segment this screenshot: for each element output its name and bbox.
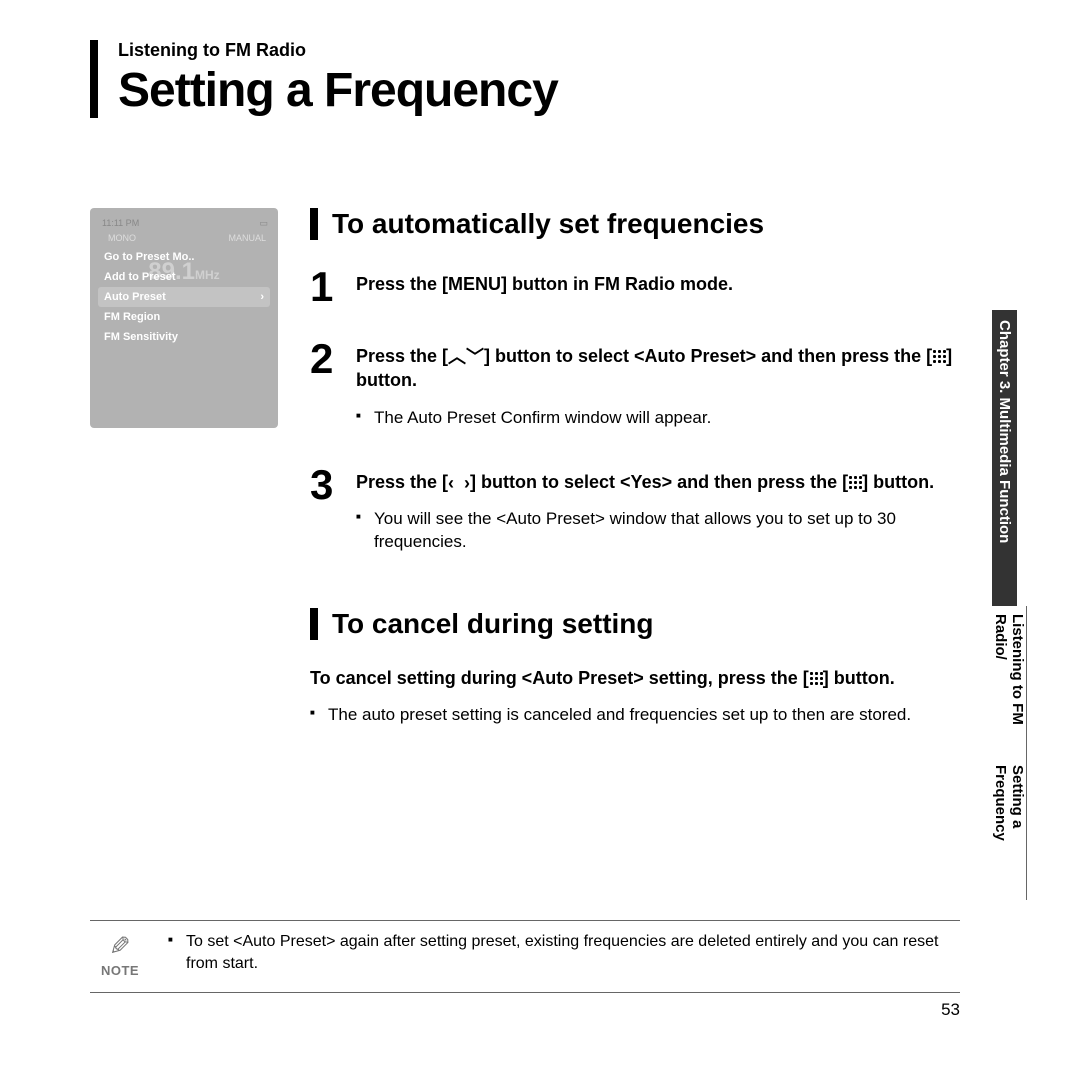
menu-item-preset-mode: Go to Preset Mo.. — [98, 247, 270, 267]
section-heading-cancel: To cancel during setting — [310, 608, 960, 640]
side-tab: Chapter 3. Multimedia Function Listening… — [992, 310, 1020, 900]
note-bar: ✎ NOTE To set <Auto Preset> again after … — [90, 920, 960, 993]
step-instruction: Press the [‹ ›] button to select <Yes> a… — [356, 470, 960, 494]
step-number: 1 — [310, 266, 356, 308]
note-text: To set <Auto Preset> again after setting… — [168, 931, 960, 974]
side-tab-chapter: Chapter 3. Multimedia Function — [992, 310, 1017, 606]
up-down-icon: ︿﹀ — [448, 349, 484, 365]
page-title: Setting a Frequency — [118, 63, 960, 118]
grid-button-icon — [848, 475, 862, 489]
grid-button-icon — [809, 671, 823, 685]
cancel-instruction: To cancel setting during <Auto Preset> s… — [310, 666, 960, 690]
left-right-icon: ‹ › — [448, 475, 470, 491]
step-instruction: Press the [︿﹀] button to select <Auto Pr… — [356, 344, 960, 393]
chevron-right-icon: › — [260, 291, 264, 303]
pencil-icon: ✎ — [109, 931, 131, 962]
step-2: 2 Press the [︿﹀] button to select <Auto … — [310, 338, 960, 434]
side-tab-line1: Listening to FM Radio/ — [992, 614, 1026, 765]
title-block: Listening to FM Radio Setting a Frequenc… — [90, 40, 960, 118]
note-label: NOTE — [101, 963, 139, 978]
breadcrumb: Listening to FM Radio — [118, 40, 960, 61]
side-tab-line2: Setting a Frequency — [992, 765, 1026, 900]
menu-item-fm-region: FM Region — [98, 307, 270, 327]
step-sub-note: The Auto Preset Confirm window will appe… — [356, 407, 960, 430]
page-number: 53 — [90, 1000, 960, 1020]
step-3: 3 Press the [‹ ›] button to select <Yes>… — [310, 464, 960, 558]
menu-item-auto-preset: Auto Preset › — [98, 287, 270, 307]
grid-button-icon — [932, 349, 946, 363]
menu-item-add-preset: Add to Preset — [98, 267, 270, 287]
section-heading-auto: To automatically set frequencies — [310, 208, 960, 240]
step-number: 2 — [310, 338, 356, 434]
menu-item-fm-sensitivity: FM Sensitivity — [98, 327, 270, 347]
step-instruction: Press the [MENU] button in FM Radio mode… — [356, 272, 960, 296]
step-number: 3 — [310, 464, 356, 558]
device-time: 11:11 PM — [102, 218, 139, 229]
cancel-sub-note: The auto preset setting is canceled and … — [310, 704, 960, 727]
step-sub-note: You will see the <Auto Preset> window th… — [356, 508, 960, 554]
device-mode-left: MONO — [108, 233, 136, 243]
device-mode-right: MANUAL — [228, 233, 266, 243]
battery-icon: ▭ — [259, 218, 268, 229]
step-1: 1 Press the [MENU] button in FM Radio mo… — [310, 266, 960, 308]
device-menu: Go to Preset Mo.. Add to Preset Auto Pre… — [98, 247, 270, 347]
device-screenshot: 11:11 PM ▭ MONO MANUAL 89.1MHz Go to Pre… — [90, 208, 278, 428]
